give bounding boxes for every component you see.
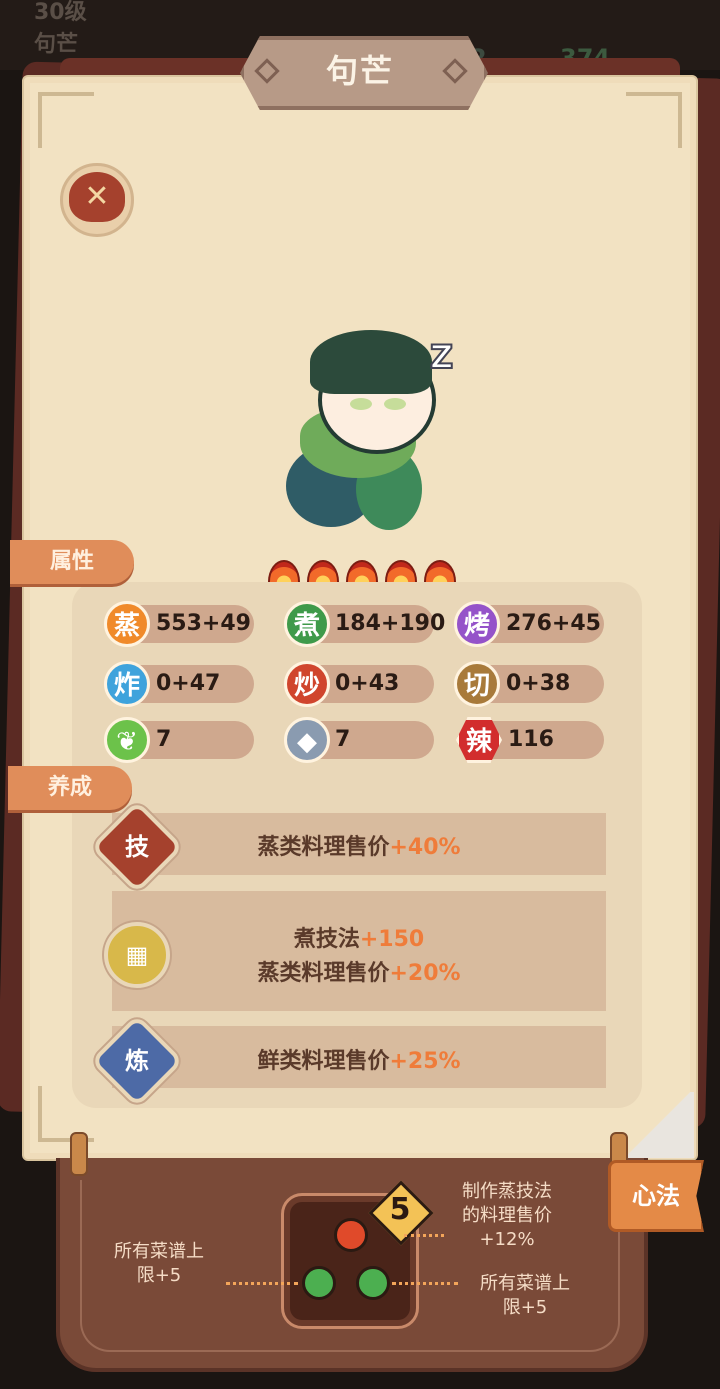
sleep-icon: Z [429,337,454,377]
top-name-text: 句芒 [34,32,79,57]
fry-icon: 炸 [104,661,150,707]
stat-boil-value: 184+190 [335,611,446,636]
boil-icon: 煮 [284,601,330,647]
development-row-equipment-line2: 蒸类料理售价+20% [257,961,461,986]
attributes-tab[interactable]: 属性 [10,540,134,584]
xinfa-level: 5 [389,1192,411,1227]
stat-vegetable-value: 7 [156,727,172,752]
character-eye [350,398,372,410]
stat-fish-value: 7 [335,727,351,752]
stirfry-icon: 炒 [284,661,330,707]
connector-line [392,1282,458,1285]
tray-pin [70,1132,88,1176]
development-tab[interactable]: 养成 [8,766,132,810]
crossed-chopsticks-icon: ✕ [69,172,125,222]
corner-ornament-tr [626,92,682,148]
stat-stirfry-value: 0+43 [335,671,400,696]
cut-icon: 切 [454,661,500,707]
corner-ornament-tl [38,92,94,148]
roast-icon: 烤 [454,601,500,647]
stat-spicy-value: 116 [508,727,554,752]
development-row-equipment-line1: 煮技法+150 [293,927,425,952]
steam-icon: 蒸 [104,601,150,647]
xinfa-effect-top-right: 制作蒸技法 的料理售价 +12% [462,1181,552,1250]
character-eye [384,398,406,410]
stat-fry-value: 0+47 [156,671,221,696]
stat-cut-value: 0+38 [506,671,571,696]
stat-roast-value: 276+45 [506,611,601,636]
connector-line [226,1282,298,1285]
chef-name-title: 句芒 [325,52,394,90]
cabbage-icon: ❦ [104,717,150,763]
development-row-skill-text: 蒸类料理售价+40% [257,835,461,860]
stat-steam-value: 553+49 [156,611,251,636]
xinfa-tab-button[interactable]: 心法 [608,1160,704,1232]
green-orb-icon [302,1266,336,1300]
green-orb-icon [356,1266,390,1300]
red-orb-icon [334,1218,368,1252]
xinfa-effect-left: 所有菜谱上 限+5 [114,1241,204,1286]
fish-icon: ◆ [284,717,330,763]
xinfa-effect-bottom-right: 所有菜谱上 限+5 [480,1273,570,1318]
development-row-refine-text: 鲜类料理售价+25% [257,1049,461,1074]
top-level-text: 30级 [34,0,87,25]
character-hair [310,330,432,394]
connector-line [404,1234,444,1237]
